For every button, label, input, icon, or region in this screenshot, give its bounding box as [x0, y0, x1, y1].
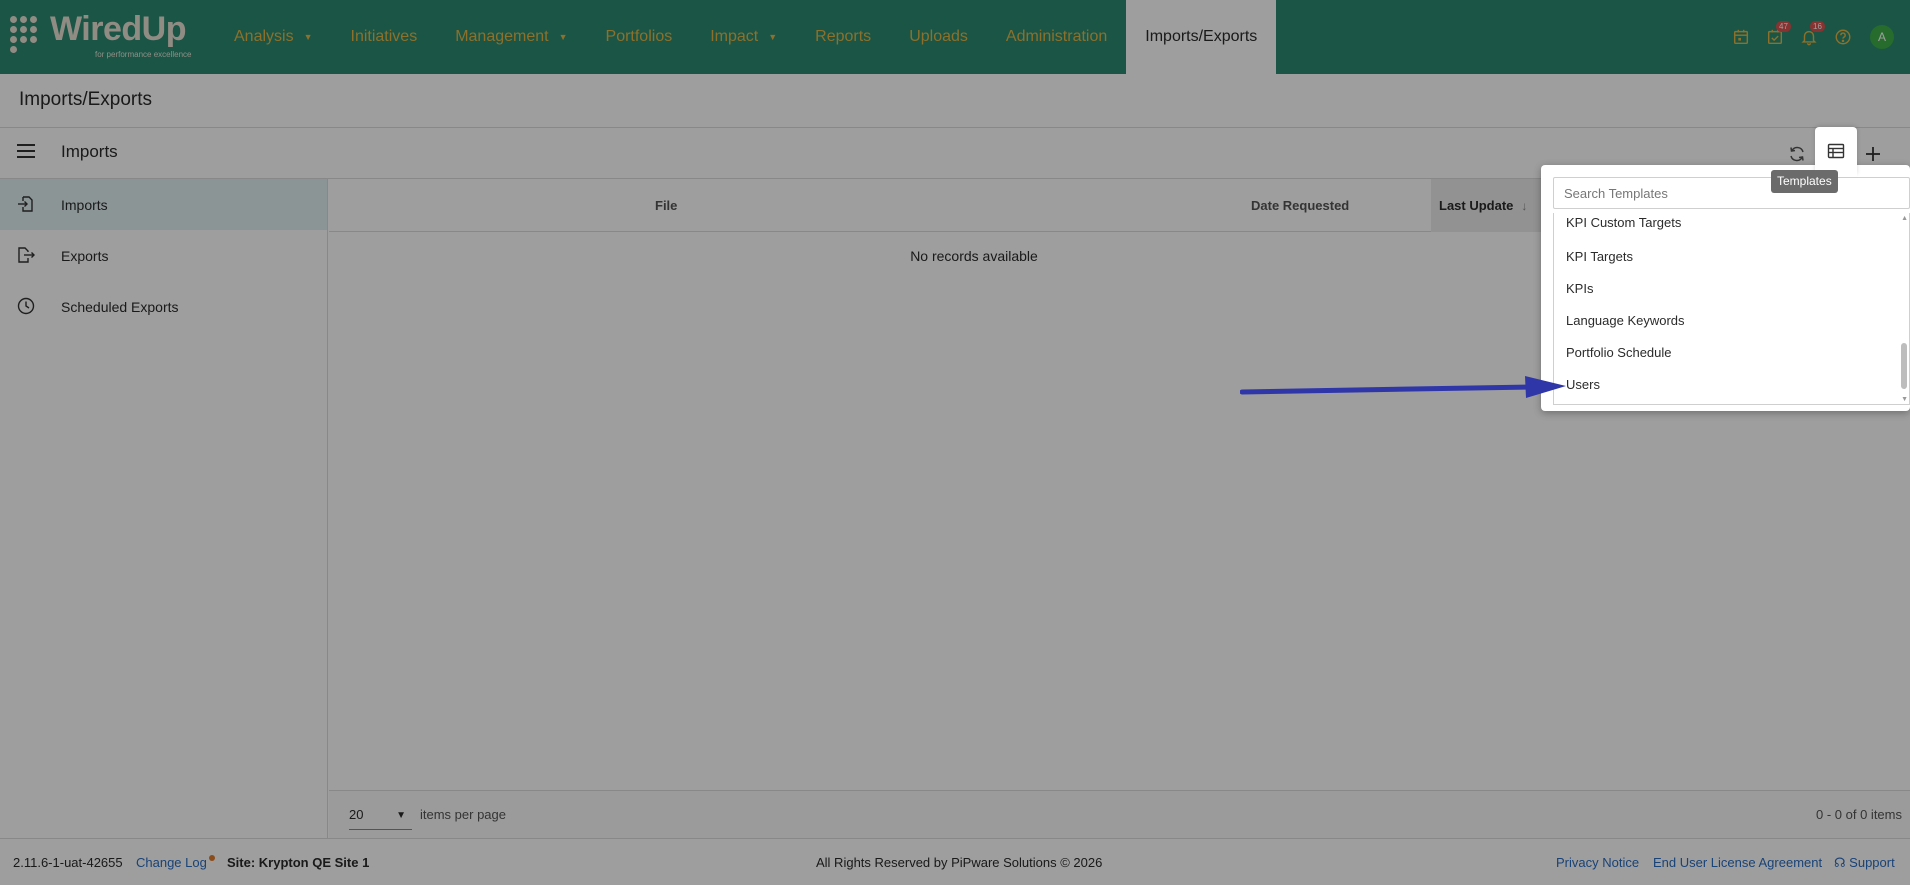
templates-list: KPI Custom Targets KPI Targets KPIs Lang… [1553, 213, 1910, 405]
template-item-kpi-targets[interactable]: KPI Targets [1554, 241, 1909, 273]
template-item-kpi-custom-targets[interactable]: KPI Custom Targets [1554, 213, 1909, 241]
scrollbar-thumb[interactable] [1901, 343, 1907, 389]
annotation-arrow-icon [1240, 376, 1566, 398]
template-item-users[interactable]: Users [1554, 369, 1909, 401]
table-icon [1827, 143, 1845, 159]
scroll-up-icon[interactable]: ▲ [1901, 215, 1908, 222]
templates-list-scrollbar[interactable]: ▲ ▼ [1899, 213, 1909, 404]
templates-tooltip: Templates [1771, 170, 1838, 193]
template-item-kpis[interactable]: KPIs [1554, 273, 1909, 305]
template-item-portfolio-schedule[interactable]: Portfolio Schedule [1554, 337, 1909, 369]
scroll-down-icon[interactable]: ▼ [1901, 396, 1908, 403]
templates-popup: KPI Custom Targets KPI Targets KPIs Lang… [1541, 165, 1910, 411]
search-templates-input[interactable] [1553, 177, 1910, 209]
modal-overlay[interactable] [0, 0, 1910, 885]
template-item-language-keywords[interactable]: Language Keywords [1554, 305, 1909, 337]
